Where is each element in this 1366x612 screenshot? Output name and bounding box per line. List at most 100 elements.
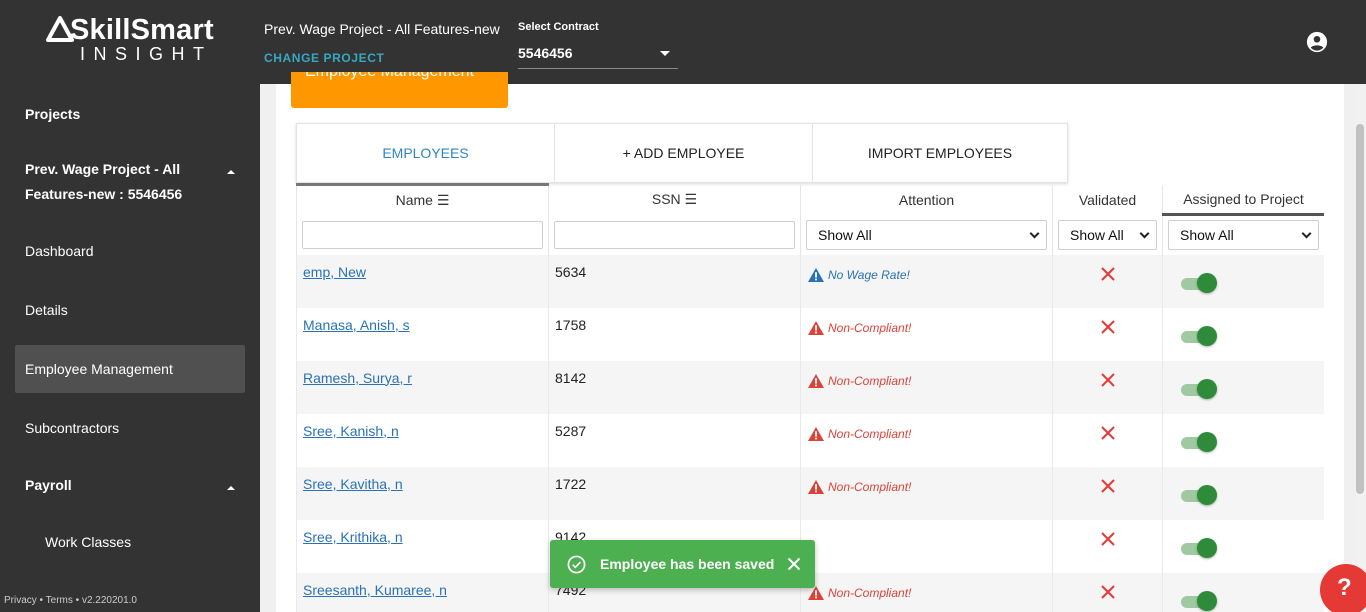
- assigned-filter-value: Show All: [1180, 227, 1234, 244]
- sidebar-item-details[interactable]: Details: [25, 302, 68, 318]
- chevron-down-icon: [1029, 228, 1040, 238]
- skillsmart-logo[interactable]: SkillSmart INSIGHT: [46, 14, 218, 64]
- validated-filter-select[interactable]: Show All: [1058, 219, 1157, 250]
- sidebar-item-payroll[interactable]: Payroll: [25, 477, 72, 493]
- chevron-down-icon: [1301, 228, 1312, 239]
- assigned-cell: [1162, 360, 1324, 414]
- employee-name-link[interactable]: emp, New: [303, 264, 366, 280]
- tab-bar: EMPLOYEES + ADD EMPLOYEE IMPORT EMPLOYEE…: [296, 123, 1068, 183]
- assigned-toggle[interactable]: [1181, 484, 1217, 506]
- name-filter-input[interactable]: [302, 220, 543, 249]
- toast-notification: Employee has been saved: [550, 540, 815, 588]
- toast-message: Employee has been saved: [600, 556, 775, 572]
- warning-triangle-icon: [808, 267, 824, 282]
- assigned-toggle[interactable]: [1181, 590, 1217, 612]
- sidebar-item-dashboard[interactable]: Dashboard: [25, 243, 94, 259]
- employee-name-link[interactable]: Ramesh, Surya, r: [303, 370, 412, 386]
- scrollbar-thumb[interactable]: [1356, 124, 1364, 494]
- page-title: Employee Management: [305, 72, 474, 80]
- attention-badge: Non-Compliant!: [807, 426, 911, 442]
- assigned-cell: [1162, 572, 1324, 612]
- column-header-attention[interactable]: Attention: [800, 184, 1053, 215]
- sidebar-item-projects[interactable]: Projects: [25, 106, 80, 122]
- table-row[interactable]: Ramesh, Surya, r 8142 Non-Compliant!: [296, 360, 1324, 414]
- tab-employees[interactable]: EMPLOYEES: [297, 124, 555, 182]
- sidebar-item-employee-management[interactable]: Employee Management: [15, 345, 245, 393]
- toggle-knob: [1197, 325, 1217, 346]
- assigned-toggle[interactable]: [1181, 537, 1217, 559]
- ssn-cell: 5287: [548, 413, 801, 467]
- table-row[interactable]: Manasa, Anish, s 1758 Non-Compliant!: [296, 307, 1324, 361]
- table-row[interactable]: Sree, Kavitha, n 1722 Non-Compliant!: [296, 466, 1324, 520]
- assigned-toggle[interactable]: [1181, 378, 1217, 400]
- name-cell: Manasa, Anish, s: [296, 307, 549, 361]
- sidebar-item-project-line2[interactable]: Features-new : 5546456: [25, 186, 182, 202]
- help-button[interactable]: ?: [1320, 564, 1366, 612]
- tab-add-employee[interactable]: + ADD EMPLOYEE: [555, 124, 813, 182]
- employee-name-link[interactable]: Sreesanth, Kumaree, n: [303, 582, 447, 598]
- attention-cell: No Wage Rate!: [800, 254, 1053, 308]
- attention-badge: Non-Compliant!: [807, 585, 911, 601]
- attention-text: Non-Compliant!: [828, 479, 912, 494]
- assigned-filter-select[interactable]: Show All: [1168, 220, 1319, 251]
- toggle-knob: [1197, 378, 1217, 399]
- scrollbar[interactable]: [1356, 84, 1366, 612]
- employee-name-link[interactable]: Sree, Kanish, n: [303, 423, 399, 439]
- sidebar-item-subcontractors[interactable]: Subcontractors: [25, 420, 119, 436]
- assigned-cell: [1162, 519, 1324, 573]
- employee-ssn: 8142: [555, 369, 587, 386]
- account-circle-icon[interactable]: [1306, 31, 1328, 53]
- collapse-caret-icon[interactable]: [227, 170, 235, 174]
- attention-cell: Non-Compliant!: [800, 572, 1053, 612]
- employee-name-link[interactable]: Sree, Kavitha, n: [303, 476, 403, 492]
- check-circle-icon: [567, 555, 586, 574]
- assigned-toggle[interactable]: [1181, 431, 1217, 453]
- attention-filter-select[interactable]: Show All: [806, 219, 1047, 250]
- attention-cell: [800, 519, 1053, 573]
- chevron-down-icon: [1139, 228, 1150, 238]
- assigned-toggle[interactable]: [1181, 325, 1217, 347]
- attention-text: Non-Compliant!: [828, 320, 912, 335]
- toggle-knob: [1197, 484, 1217, 505]
- column-header-assigned[interactable]: Assigned to Project: [1162, 184, 1324, 216]
- filter-cell: Show All: [1052, 214, 1163, 255]
- attention-cell: Non-Compliant!: [800, 307, 1053, 361]
- filter-row: Show All Show All Show All: [296, 214, 1324, 255]
- column-header-validated[interactable]: Validated: [1052, 184, 1163, 215]
- attention-text: Non-Compliant!: [828, 585, 912, 600]
- ssn-cell: 5634: [548, 254, 801, 308]
- not-validated-x-icon: [1100, 266, 1115, 281]
- sidebar: Projects Prev. Wage Project - All Featur…: [0, 84, 260, 612]
- toggle-knob: [1197, 431, 1217, 452]
- assigned-toggle[interactable]: [1181, 272, 1217, 294]
- tab-import-employees[interactable]: IMPORT EMPLOYEES: [813, 124, 1067, 182]
- collapse-caret-icon[interactable]: [227, 486, 235, 490]
- employee-ssn: 5634: [555, 263, 587, 280]
- table-row[interactable]: Sree, Kanish, n 5287 Non-Compliant!: [296, 413, 1324, 467]
- validated-cell: [1052, 307, 1163, 361]
- validated-filter-value: Show All: [1070, 226, 1124, 243]
- table-row[interactable]: emp, New 5634 No Wage Rate!: [296, 254, 1324, 308]
- contract-select[interactable]: 5546456: [518, 40, 678, 69]
- page-title-button[interactable]: Employee Management: [291, 72, 508, 108]
- ssn-cell: 1758: [548, 307, 801, 361]
- name-cell: Sreesanth, Kumaree, n: [296, 572, 549, 612]
- not-validated-x-icon: [1100, 319, 1115, 334]
- column-header-ssn[interactable]: SSN ☰: [548, 184, 801, 215]
- logo-subtitle: INSIGHT: [80, 44, 213, 64]
- attention-cell: Non-Compliant!: [800, 413, 1053, 467]
- employee-name-link[interactable]: Manasa, Anish, s: [303, 317, 410, 333]
- column-header-name[interactable]: Name ☰: [296, 183, 549, 215]
- sidebar-item-project-line1[interactable]: Prev. Wage Project - All: [25, 161, 180, 177]
- employee-ssn: 1722: [555, 475, 587, 492]
- change-project-link[interactable]: CHANGE PROJECT: [264, 51, 384, 65]
- validated-cell: [1052, 360, 1163, 414]
- close-icon[interactable]: [787, 557, 801, 571]
- help-label: ?: [1337, 574, 1352, 601]
- sidebar-item-work-classes[interactable]: Work Classes: [45, 534, 131, 550]
- employee-name-link[interactable]: Sree, Krithika, n: [303, 529, 403, 545]
- employee-ssn: 5287: [555, 422, 587, 439]
- filter-cell: [296, 214, 549, 255]
- ssn-filter-input[interactable]: [554, 220, 795, 249]
- filter-cell: Show All: [1162, 214, 1324, 255]
